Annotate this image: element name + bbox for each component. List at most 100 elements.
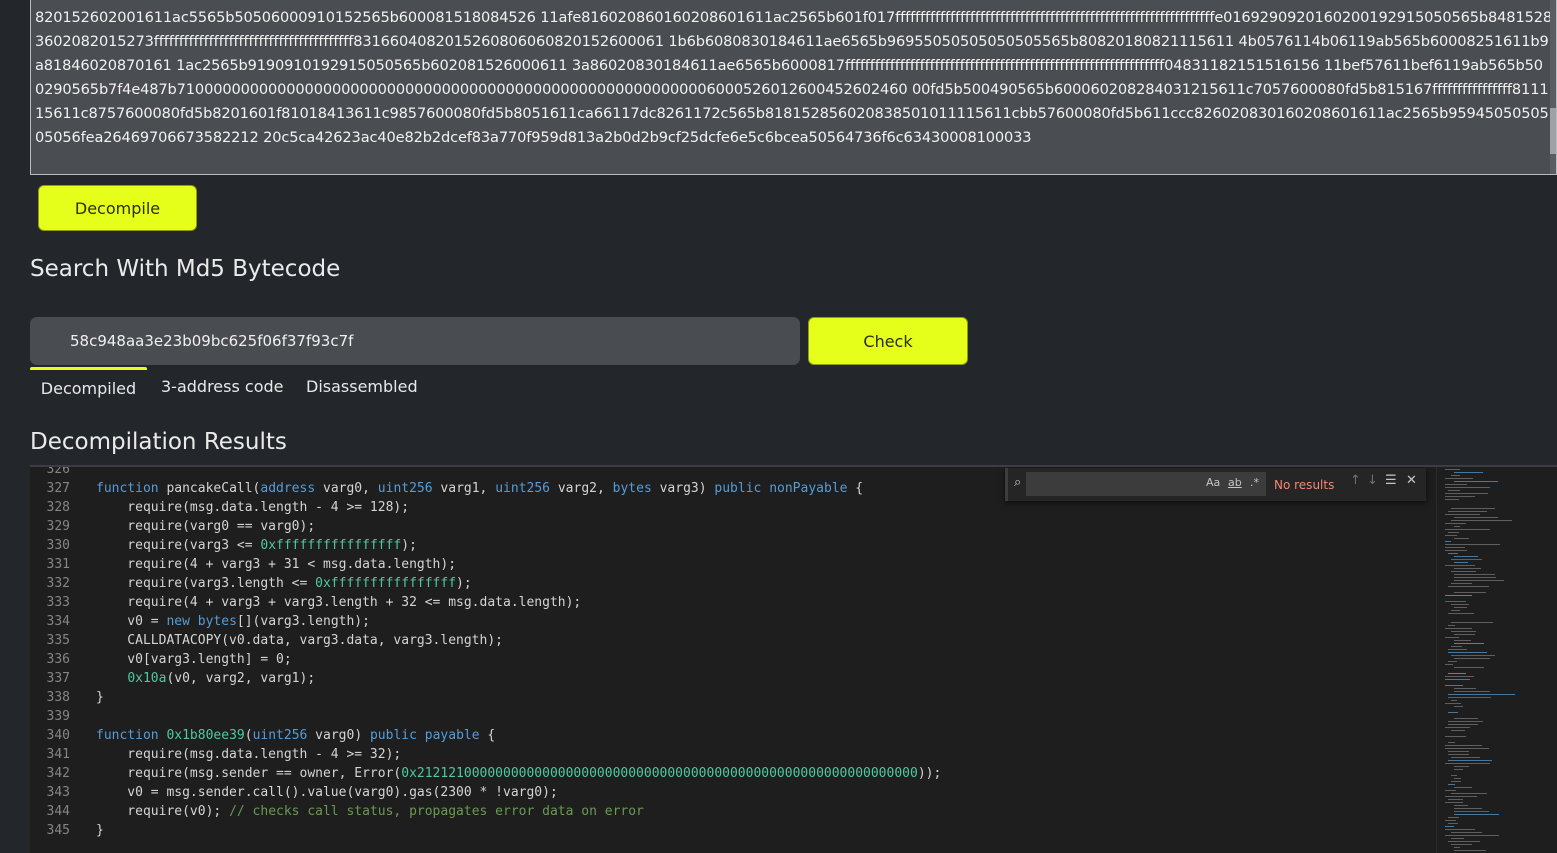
close-icon[interactable]: ✕	[1406, 473, 1417, 488]
minimap-line	[1448, 586, 1489, 587]
minimap-line	[1451, 583, 1472, 584]
code-line: 331 require(4 + varg3 + 31 < msg.data.le…	[30, 555, 1430, 574]
minimap[interactable]	[1436, 467, 1557, 853]
minimap-line	[1454, 808, 1482, 809]
code-text: require(varg3 <= 0xffffffffffffffff);	[96, 538, 417, 553]
minimap-line	[1454, 718, 1478, 719]
code-text: function 0x1b80ee39(uint256 varg0) publi…	[96, 728, 496, 743]
code-text: v0 = msg.sender.call().value(varg0).gas(…	[96, 785, 558, 800]
minimap-line	[1454, 580, 1504, 581]
line-number: 332	[46, 576, 70, 591]
minimap-line	[1454, 643, 1484, 644]
line-number: 339	[46, 709, 70, 724]
minimap-line	[1445, 703, 1461, 704]
minimap-line	[1445, 829, 1475, 830]
line-number: 329	[46, 519, 70, 534]
minimap-line	[1448, 823, 1458, 824]
minimap-line	[1448, 751, 1469, 752]
line-number: 340	[46, 728, 70, 743]
tab-3-address-code[interactable]: 3-address code	[161, 367, 283, 403]
minimap-line	[1448, 625, 1455, 626]
code-line: 345}	[30, 821, 1430, 840]
code-text: require(varg3.length <= 0xffffffffffffff…	[96, 576, 472, 591]
code-line: 330 require(varg3 <= 0xffffffffffffffff)…	[30, 536, 1430, 555]
minimap-line	[1448, 673, 1466, 674]
bytecode-textarea[interactable]: 820152602001611ac5565b50506000910152565b…	[30, 0, 1557, 175]
bytecode-scrollbar[interactable]	[1550, 0, 1556, 174]
find-widget: ⌕ Aa ab .* No results ↑ ↓ ☰ ✕	[1005, 468, 1426, 501]
code-text: function pancakeCall(address varg0, uint…	[96, 481, 864, 496]
line-number: 336	[46, 652, 70, 667]
minimap-line	[1445, 628, 1472, 629]
line-number: 331	[46, 557, 70, 572]
minimap-line	[1448, 760, 1492, 761]
code-line: 343 v0 = msg.sender.call().value(varg0).…	[30, 783, 1430, 802]
minimap-line	[1445, 499, 1459, 500]
minimap-line	[1454, 769, 1463, 770]
minimap-line	[1448, 784, 1455, 785]
match-case-toggle[interactable]: Aa	[1206, 476, 1220, 489]
minimap-line	[1445, 802, 1463, 803]
md5-input[interactable]	[30, 317, 800, 365]
decompile-button[interactable]: Decompile	[38, 185, 197, 231]
minimap-line	[1445, 790, 1456, 791]
minimap-line	[1451, 571, 1476, 572]
minimap-line	[1454, 847, 1460, 848]
minimap-line	[1451, 559, 1482, 560]
scrollbar-thumb[interactable]	[1550, 108, 1556, 154]
minimap-line	[1448, 721, 1483, 722]
check-button[interactable]: Check	[808, 317, 968, 365]
minimap-line	[1454, 814, 1499, 815]
code-line: 339	[30, 707, 1430, 726]
minimap-line	[1451, 793, 1487, 794]
tab-decompiled[interactable]: Decompiled	[30, 367, 147, 406]
minimap-line	[1454, 640, 1471, 641]
list-icon[interactable]: ☰	[1385, 473, 1397, 488]
code-text: 0x10a(v0, varg2, varg1);	[127, 671, 316, 686]
minimap-line	[1445, 469, 1460, 470]
minimap-line	[1445, 595, 1472, 596]
code-text: require(4 + varg3 + varg3.length + 32 <=…	[96, 595, 582, 610]
code-line: 335 CALLDATACOPY(v0.data, varg3.data, va…	[30, 631, 1430, 650]
minimap-line	[1454, 577, 1496, 578]
line-number: 326	[46, 465, 70, 477]
minimap-line	[1445, 679, 1470, 680]
minimap-line	[1454, 538, 1469, 539]
minimap-line	[1451, 775, 1457, 776]
regex-toggle[interactable]: .*	[1250, 476, 1259, 489]
minimap-line	[1445, 541, 1451, 542]
minimap-line	[1451, 700, 1457, 701]
line-number: 330	[46, 538, 70, 553]
minimap-line	[1454, 562, 1468, 563]
minimap-line	[1454, 805, 1468, 806]
minimap-line	[1448, 724, 1478, 725]
minimap-line	[1451, 475, 1460, 476]
minimap-line	[1445, 565, 1475, 566]
code-text: require(msg.data.length - 4 >= 32);	[96, 747, 402, 762]
minimap-line	[1445, 826, 1454, 827]
minimap-line	[1445, 523, 1466, 524]
code-text: CALLDATACOPY(v0.data, varg3.data, varg3.…	[96, 633, 503, 648]
code-text: require(v0); // checks call status, prop…	[96, 804, 644, 819]
minimap-line	[1454, 556, 1478, 557]
minimap-line	[1448, 742, 1455, 743]
arrow-up-icon[interactable]: ↑	[1350, 473, 1361, 488]
minimap-line	[1454, 658, 1490, 659]
code-line: 342 require(msg.sender == owner, Error(0…	[30, 764, 1430, 783]
minimap-line	[1451, 631, 1476, 632]
minimap-line	[1454, 634, 1475, 635]
minimap-line	[1448, 490, 1460, 491]
code-text: require(varg0 == varg0);	[96, 519, 316, 534]
arrow-down-icon[interactable]: ↓	[1367, 473, 1378, 488]
minimap-line	[1454, 607, 1467, 608]
tab-disassembled[interactable]: Disassembled	[306, 367, 418, 403]
code-line: 332 require(varg3.length <= 0xffffffffff…	[30, 574, 1430, 593]
minimap-line	[1445, 535, 1457, 536]
code-line: 334 v0 = new bytes[](varg3.length);	[30, 612, 1430, 631]
line-number: 328	[46, 500, 70, 515]
code-text: }	[96, 690, 104, 705]
minimap-line	[1454, 667, 1484, 668]
minimap-line	[1454, 811, 1489, 812]
code-editor[interactable]: 326 327 function pancakeCall(address varg0…	[30, 465, 1557, 853]
match-word-toggle[interactable]: ab	[1228, 476, 1242, 489]
